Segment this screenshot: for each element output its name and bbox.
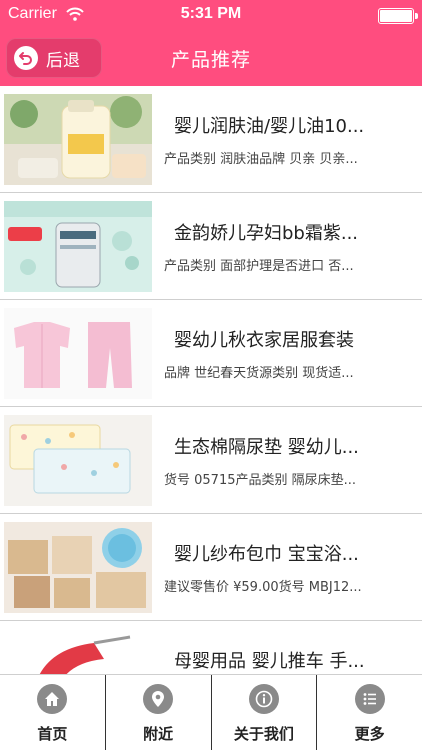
- product-title: 生态棉隔尿垫 婴幼儿...: [174, 437, 359, 458]
- location-pin-icon: [143, 684, 174, 714]
- product-title: 婴儿纱布包巾 宝宝浴...: [174, 544, 359, 565]
- product-image-bb-cream: [4, 201, 152, 292]
- tab-about-us[interactable]: 关于我们: [212, 675, 318, 750]
- product-row-2[interactable]: 金韵娇儿孕妇bb霜紫... 产品类别 面部护理是否进口 否...: [0, 193, 422, 300]
- product-row-1[interactable]: 婴儿润肤油/婴儿油10... 产品类别 润肤油品牌 贝亲 贝亲...: [0, 86, 422, 193]
- navigation-bar: 后退 产品推荐: [0, 30, 422, 86]
- bottom-tab-bar: 首页 附近 关于我们 更多: [0, 674, 422, 750]
- tab-label: 附近: [143, 725, 174, 743]
- tab-nearby[interactable]: 附近: [106, 675, 212, 750]
- tab-label: 首页: [37, 725, 68, 743]
- product-row-5[interactable]: 婴儿纱布包巾 宝宝浴... 建议零售价 ¥59.00货号 MBJ12...: [0, 514, 422, 621]
- product-description: 品牌 世纪春天货源类别 现货适...: [164, 366, 354, 381]
- clock-label: 5:31 PM: [180, 5, 242, 22]
- info-icon: [248, 684, 279, 714]
- product-description: 建议零售价 ¥59.00货号 MBJ12...: [164, 580, 362, 595]
- list-icon: [354, 684, 385, 714]
- product-image-diaper-pad: [4, 415, 152, 506]
- product-title: 婴儿润肤油/婴儿油10...: [174, 116, 365, 137]
- tab-label: 关于我们: [233, 725, 294, 743]
- page-title: 产品推荐: [170, 49, 251, 71]
- product-row-4[interactable]: 生态棉隔尿垫 婴幼儿... 货号 05715产品类别 隔尿床垫...: [0, 407, 422, 514]
- battery-icon: [378, 8, 418, 24]
- status-bar: Carrier 5:31 PM: [0, 0, 422, 30]
- product-row-3[interactable]: 婴幼儿秋衣家居服套装 品牌 世纪春天货源类别 现货适...: [0, 300, 422, 407]
- product-title: 金韵娇儿孕妇bb霜紫...: [174, 223, 359, 244]
- tab-home[interactable]: 首页: [0, 675, 106, 750]
- product-list[interactable]: 婴儿润肤油/婴儿油10... 产品类别 润肤油品牌 贝亲 贝亲... 金韵娇儿孕…: [0, 86, 422, 674]
- tab-label: 更多: [354, 725, 385, 743]
- product-title: 婴幼儿秋衣家居服套装: [174, 330, 354, 351]
- product-row-6[interactable]: 母婴用品 婴儿推车 手...: [0, 621, 422, 674]
- product-description: 产品类别 润肤油品牌 贝亲 贝亲...: [164, 152, 358, 167]
- product-image-gauze-wrap: [4, 522, 152, 613]
- product-description: 产品类别 面部护理是否进口 否...: [164, 259, 354, 274]
- product-image-baby-oil: [4, 94, 152, 185]
- home-icon: [37, 684, 68, 714]
- product-description: 货号 05715产品类别 隔尿床垫...: [164, 473, 357, 488]
- tab-more[interactable]: 更多: [317, 675, 422, 750]
- product-title: 母婴用品 婴儿推车 手...: [174, 651, 365, 672]
- product-image-stroller: [4, 629, 152, 674]
- product-image-baby-pajamas: [4, 308, 152, 399]
